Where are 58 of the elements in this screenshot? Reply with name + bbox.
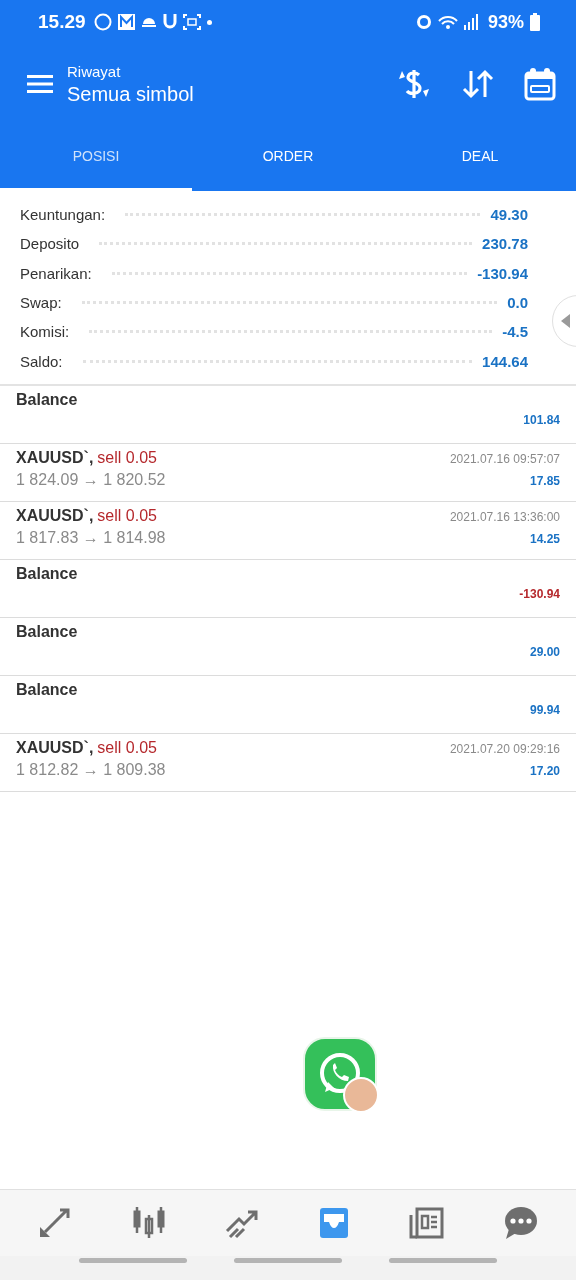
deal-symbol: XAUUSD`,: [16, 448, 94, 467]
deal-type: Balance: [16, 390, 78, 409]
deal-time: 2021.07.16 13:36:00: [449, 509, 560, 524]
deal-prices: 1 812.82 → 1 809.38: [16, 760, 166, 779]
deal-side: sell 0.05: [97, 448, 157, 467]
weather-icon: [140, 17, 157, 27]
wifi-icon: [437, 15, 458, 29]
summary-label: Penarikan:: [20, 264, 92, 282]
header-subtitle: Riwayat: [67, 62, 122, 80]
tab[interactable]: DEAL: [384, 124, 576, 191]
header-title[interactable]: Semua simbol: [67, 82, 194, 106]
deal-type: Balance: [16, 564, 78, 583]
screen-capture-icon: [182, 14, 201, 30]
deal-prices: 1 824.09 → 1 820.52: [16, 470, 166, 489]
menu-icon[interactable]: [27, 74, 53, 94]
deal-symbol: XAUUSD`,: [16, 506, 94, 525]
deal-profit: 14.25: [529, 531, 560, 546]
chat-notification-icon: [93, 13, 112, 31]
summary-value: 144.64: [482, 352, 528, 370]
deal-type: Balance: [16, 622, 78, 641]
deal-time: 2021.07.20 09:29:16: [449, 741, 560, 756]
deal-prices: 1 817.83 → 1 814.98: [16, 528, 166, 547]
summary-label: Saldo:: [20, 352, 63, 370]
status-time: 15.29: [38, 11, 86, 33]
battery-icon: [530, 13, 540, 31]
deal-side: sell 0.05: [97, 506, 157, 525]
deal-time: 2021.07.16 09:57:07: [449, 451, 560, 466]
deal-profit: -130.94: [519, 586, 560, 601]
battery-level: 93%: [487, 11, 524, 33]
avatar: [343, 1077, 379, 1113]
summary-value: -4.5: [502, 323, 528, 341]
magnet-icon: [162, 14, 177, 30]
summary-label: Deposito: [20, 235, 80, 253]
deal-profit: 17.85: [529, 473, 560, 488]
dollar-exchange-icon[interactable]: [396, 67, 432, 101]
summary-value: 49.30: [490, 206, 528, 224]
sort-icon[interactable]: [462, 69, 494, 99]
chat-bubble-button[interactable]: [303, 1037, 377, 1111]
tab[interactable]: ORDER: [192, 124, 384, 191]
deal-profit: 99.94: [529, 702, 560, 717]
deal-profit: 17.20: [529, 763, 560, 778]
summary-value: 0.0: [507, 294, 528, 312]
summary-label: Swap:: [20, 294, 62, 312]
mail-notification-icon: [117, 14, 135, 30]
tab[interactable]: POSISI: [0, 124, 192, 191]
summary-label: Keuntungan:: [20, 206, 106, 224]
summary-label: Komisi:: [20, 323, 70, 341]
dot-icon: [206, 19, 212, 25]
deal-profit: 29.00: [529, 644, 560, 659]
summary-value: -130.94: [477, 264, 528, 282]
summary-value: 230.78: [482, 235, 528, 253]
deal-side: sell 0.05: [97, 738, 157, 757]
alarm-icon: [415, 14, 432, 30]
calendar-icon[interactable]: [524, 67, 556, 101]
deal-symbol: XAUUSD`,: [16, 738, 94, 757]
deal-type: Balance: [16, 680, 78, 699]
deal-profit: 101.84: [523, 412, 560, 427]
signal-icon: [463, 14, 478, 30]
